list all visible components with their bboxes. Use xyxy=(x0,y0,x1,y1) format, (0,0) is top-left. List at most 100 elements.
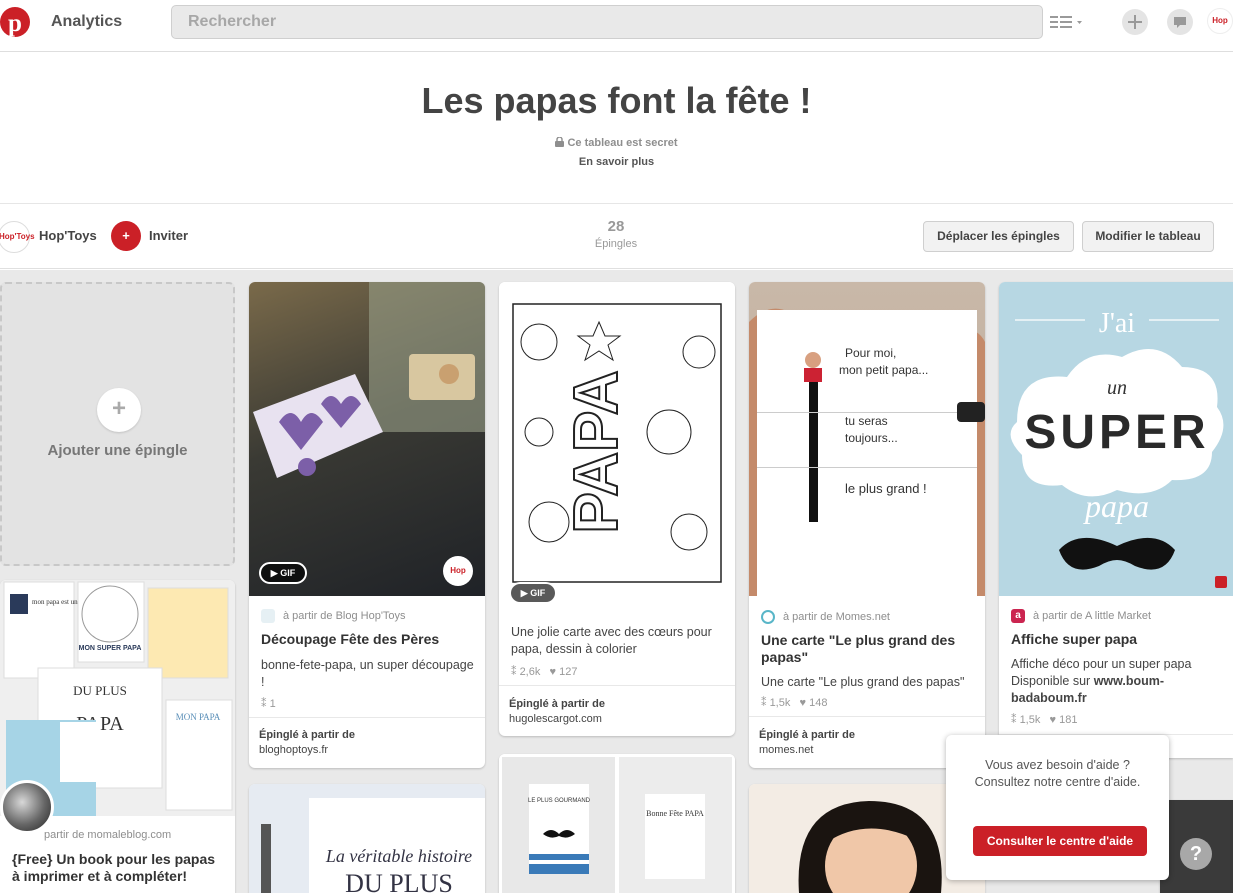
owner-avatar[interactable]: Hop'Toys xyxy=(0,221,35,253)
pinned-from-label: Épinglé à partir de xyxy=(509,698,605,710)
gift-box-2-text: Bonne Fête PAPA xyxy=(646,809,704,818)
pin-description: Affiche déco pour un super papa Disponib… xyxy=(1011,657,1192,705)
book-page-4-title: MON PAPA xyxy=(176,712,221,722)
pinned-from-source[interactable]: momes.net xyxy=(759,744,813,756)
pin-description: bonne-fete-papa, un super découpage ! xyxy=(261,658,474,689)
owner-name[interactable]: Hop'Toys xyxy=(39,228,97,243)
alittlemarket-icon: a xyxy=(1011,609,1025,623)
book-cover-title: La véritable histoire xyxy=(325,846,472,866)
pin-source[interactable]: aà partir de A little Market xyxy=(1011,609,1151,623)
top-navigation-bar: p Analytics Rechercher Hop xyxy=(0,0,1233,52)
svg-text:p: p xyxy=(8,10,22,37)
pin-image[interactable]: mon papa est un MON SUPER PAPA DU PLUS P… xyxy=(0,580,235,834)
pin-source[interactable]: à partir de Momes.net xyxy=(761,610,890,624)
poster-un: un xyxy=(1107,377,1127,399)
papa-coloring-text: PAPA xyxy=(562,370,631,533)
add-pin-plus-icon: + xyxy=(97,388,141,432)
pinned-from-label: Épinglé à partir de xyxy=(759,729,855,741)
analytics-link[interactable]: Analytics xyxy=(51,13,122,31)
pinned-from-source[interactable]: bloghoptoys.fr xyxy=(259,744,328,756)
card-line-3: tu seras xyxy=(845,414,888,428)
pin-source[interactable]: à partir de Blog Hop'Toys xyxy=(261,609,406,623)
pin-title[interactable]: Découpage Fête des Pères xyxy=(261,631,471,648)
pin-stats: ⁑ 2,6k ♥ 127 xyxy=(511,665,577,678)
secret-text: Ce tableau est secret xyxy=(567,137,678,149)
like-icon: ♥ xyxy=(1049,714,1057,726)
book-cover-subtitle: DU PLUS xyxy=(345,869,453,893)
pinned-from-label: Épinglé à partir de xyxy=(259,729,355,741)
momes-icon xyxy=(761,610,775,624)
book-page-3-title: DU PLUS xyxy=(73,683,127,698)
pin-image[interactable]: ▶ GIF Hop xyxy=(249,282,485,596)
like-icon: ♥ xyxy=(549,666,557,678)
pin-stats: ⁑ 1,5k ♥ 148 xyxy=(761,696,827,709)
search-placeholder: Rechercher xyxy=(188,13,277,30)
repin-count: 1,5k xyxy=(1019,714,1041,726)
poster-super: SUPER xyxy=(1024,406,1209,459)
search-input[interactable]: Rechercher xyxy=(171,5,1043,39)
gif-badge: ▶ GIF xyxy=(509,582,557,604)
like-count: 148 xyxy=(809,697,828,709)
repin-count: 2,6k xyxy=(519,666,541,678)
card-line-4: toujours... xyxy=(845,431,898,445)
momaleblog-avatar xyxy=(0,780,54,834)
pin-card[interactable]: Pour moi, mon petit papa... tu seras tou… xyxy=(749,282,985,768)
help-center-button[interactable]: Consulter le centre d'aide xyxy=(973,826,1147,856)
like-count: 181 xyxy=(1059,714,1078,726)
pin-stats: ⁑ 1 xyxy=(261,697,276,710)
like-count: 127 xyxy=(559,666,578,678)
add-icon[interactable] xyxy=(1122,9,1148,35)
lock-icon xyxy=(555,136,565,147)
gift-box-1-text: LE PLUS GOURMAND xyxy=(528,798,591,804)
poster-papa: papa xyxy=(1083,488,1149,524)
pin-stats: ⁑ 1,5k ♥ 181 xyxy=(1011,713,1077,726)
pinterest-logo-icon[interactable]: p xyxy=(0,7,30,37)
pin-card[interactable]: J'ai un SUPER papa aà partir de A little… xyxy=(999,282,1233,758)
repin-count: 1 xyxy=(269,698,276,710)
pin-source[interactable]: partir de momaleblog.com xyxy=(44,829,171,841)
pin-title[interactable]: Une carte "Le plus grand des papas" xyxy=(761,632,971,666)
edit-board-button[interactable]: Modifier le tableau xyxy=(1082,221,1214,252)
like-icon: ♥ xyxy=(799,697,807,709)
card-line-1: Pour moi, xyxy=(845,346,896,360)
pinned-from-source[interactable]: hugolescargot.com xyxy=(509,713,602,725)
gif-badge: ▶ GIF xyxy=(259,562,307,584)
hoptoys-badge: Hop xyxy=(443,556,473,586)
blog-hoptoys-icon xyxy=(261,609,275,623)
repin-icon: ⁑ xyxy=(511,666,517,678)
divider xyxy=(249,717,485,718)
pin-image[interactable]: PAPA ▶ GIF xyxy=(499,282,735,612)
pin-description: Une jolie carte avec des cœurs pour papa… xyxy=(511,625,712,656)
invite-icon[interactable]: + xyxy=(111,221,141,251)
pin-image[interactable]: La véritable histoire DU PLUS xyxy=(249,784,485,893)
pin-card[interactable]: La véritable histoire DU PLUS xyxy=(249,784,485,893)
move-pins-button[interactable]: Déplacer les épingles xyxy=(923,221,1074,252)
secret-board-label: Ce tableau est secret xyxy=(0,136,1233,149)
invite-link[interactable]: Inviter xyxy=(149,228,188,243)
add-pin-card[interactable]: + Ajouter une épingle xyxy=(0,282,235,566)
pin-title[interactable]: Affiche super papa xyxy=(1011,631,1221,648)
pin-card[interactable]: ▶ GIF Hop à partir de Blog Hop'Toys Déco… xyxy=(249,282,485,768)
book-page-1-title: mon papa est un xyxy=(32,598,78,606)
pin-title[interactable]: {Free} Un book pour les papas à imprimer… xyxy=(12,851,222,885)
list-view-icon[interactable] xyxy=(1050,14,1082,30)
profile-avatar[interactable]: Hop xyxy=(1207,8,1233,34)
help-question-icon[interactable]: ? xyxy=(1180,838,1212,870)
pin-count: 28 xyxy=(607,218,625,235)
pin-card[interactable]: LE PLUS GOURMAND Bonne Fête PAPA xyxy=(499,754,735,893)
divider xyxy=(749,716,985,717)
add-pin-label: Ajouter une épingle xyxy=(47,442,188,459)
help-popup: Vous avez besoin d'aide ? Consultez notr… xyxy=(946,735,1169,880)
messages-icon[interactable] xyxy=(1167,9,1193,35)
pin-card[interactable]: mon papa est un MON SUPER PAPA DU PLUS P… xyxy=(0,580,235,893)
pin-description: Une carte "Le plus grand des papas" xyxy=(761,675,965,689)
pin-card[interactable]: PAPA ▶ GIF Une jolie carte avec des cœur… xyxy=(499,282,735,736)
pin-image[interactable]: Pour moi, mon petit papa... tu seras tou… xyxy=(749,282,985,596)
repin-count: 1,5k xyxy=(769,697,791,709)
repin-icon: ⁑ xyxy=(1011,714,1017,726)
pin-image[interactable]: LE PLUS GOURMAND Bonne Fête PAPA xyxy=(499,754,735,893)
learn-more-link[interactable]: En savoir plus xyxy=(0,156,1233,168)
pin-image[interactable]: J'ai un SUPER papa xyxy=(999,282,1233,596)
board-title: Les papas font la fête ! xyxy=(421,80,812,121)
help-text: Vous avez besoin d'aide ? Consultez notr… xyxy=(974,758,1141,789)
